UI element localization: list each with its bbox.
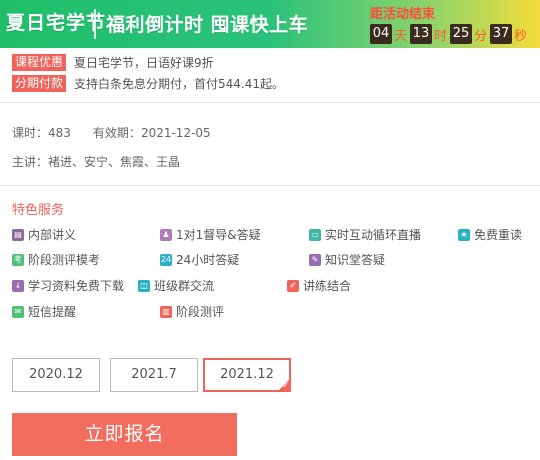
service-item: ✉ 短信提醒 <box>12 303 76 320</box>
event-logo: 夏日宅学节 <box>6 12 107 34</box>
countdown-days: 04 <box>370 24 392 44</box>
installment-text: 支持白条免息分期付，首付544.41起。 <box>74 76 285 91</box>
service-item: ▥ 阶段测评 <box>160 303 224 320</box>
enroll-button[interactable]: 立即报名 <box>12 413 237 456</box>
message-icon: ✉ <box>12 305 24 318</box>
service-item: 24 24小时答疑 <box>160 253 240 267</box>
hours-value: 483 <box>48 126 71 140</box>
service-item: ♟ 1对1督导&答疑 <box>160 226 261 243</box>
clock-24-icon: 24 <box>160 253 172 266</box>
teachers-value: 褚进、安宁、焦霞、王晶 <box>48 155 181 169</box>
service-item: ✐ 讲练结合 <box>287 277 351 294</box>
person-icon: ♟ <box>160 228 172 241</box>
date-option-2021-7[interactable]: 2021.7 <box>110 358 198 392</box>
services-title: 特色服务 <box>12 203 65 218</box>
service-item: 考 阶段测评模考 <box>12 253 101 267</box>
teachers-label: 主讲： <box>12 155 49 169</box>
countdown-days-unit: 天 <box>394 28 408 44</box>
countdown-hours: 13 <box>410 24 433 44</box>
service-item: ◫ 班级群交流 <box>138 277 214 294</box>
validity-label: 有效期： <box>92 126 141 140</box>
course-meta: 课时：483 有效期：2021-12-05 <box>12 124 211 141</box>
validity-value: 2021-12-05 <box>140 126 211 140</box>
chart-icon: ▥ <box>160 305 172 318</box>
promo-row-discount: 课程优惠 夏日宅学节，日语好课9折 <box>12 53 214 71</box>
date-option-2021-12[interactable]: 2021.12 ✓ <box>203 358 291 392</box>
countdown-minutes-unit: 分 <box>474 28 488 44</box>
service-item: ★ 免费重读 <box>458 226 522 243</box>
divider <box>0 102 540 103</box>
discount-text: 夏日宅学节，日语好课9折 <box>74 55 214 70</box>
date-option-2020-12[interactable]: 2020.12 <box>12 358 100 392</box>
check-icon: ✓ <box>282 381 289 390</box>
countdown-minutes: 25 <box>450 24 473 44</box>
promo-row-installment: 分期付款 支持白条免息分期付，首付544.41起。 <box>12 74 284 92</box>
hours-label: 课时： <box>12 126 49 140</box>
group-icon: ◫ <box>138 279 150 292</box>
service-item: ✎ 知识堂答疑 <box>309 251 385 268</box>
banner-divider <box>94 9 96 39</box>
star-icon: ★ <box>458 228 470 241</box>
download-icon: ↓ <box>12 279 24 292</box>
chat-icon: ✎ <box>309 253 321 266</box>
countdown-row: 04 天 13 时 25 分 37 秒 <box>370 24 530 44</box>
countdown-seconds-unit: 秒 <box>514 28 528 44</box>
service-item: ↓ 学习资料免费下载 <box>12 277 124 294</box>
pencil-icon: ✐ <box>287 279 299 292</box>
countdown-title: 距活动结束 <box>370 7 436 22</box>
countdown-timer: 距活动结束 04 天 13 时 25 分 37 秒 <box>362 3 532 46</box>
service-item: ▭ 实时互动循环直播 <box>309 226 421 243</box>
exam-icon: 考 <box>12 253 24 266</box>
countdown-hours-unit: 时 <box>434 28 448 44</box>
divider <box>0 185 540 186</box>
date-option-label: 2021.12 <box>220 367 274 382</box>
course-teachers: 主讲：褚进、安宁、焦霞、王晶 <box>12 153 180 170</box>
banner-slogan: 福利倒计时 囤课快上车 <box>106 14 309 36</box>
discount-tag: 课程优惠 <box>12 53 67 71</box>
document-icon: ▤ <box>12 228 24 241</box>
monitor-icon: ▭ <box>309 228 321 241</box>
countdown-seconds: 37 <box>490 24 513 44</box>
service-item: ▤ 内部讲义 <box>12 226 76 243</box>
promo-banner[interactable]: 夏日宅学节 福利倒计时 囤课快上车 距活动结束 04 天 13 时 25 分 3… <box>0 0 540 48</box>
installment-tag: 分期付款 <box>12 74 67 92</box>
